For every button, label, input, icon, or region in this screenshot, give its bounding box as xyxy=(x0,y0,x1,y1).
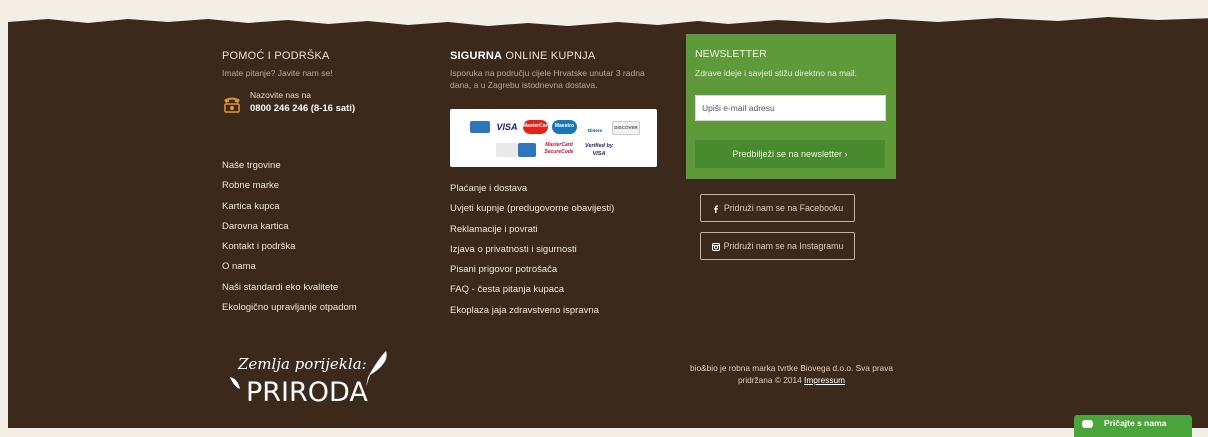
help-subtitle: Imate pitanje? Javite nam se! xyxy=(222,68,333,78)
newsletter-title: NEWSLETTER xyxy=(695,48,767,60)
footer-link[interactable]: Plaćanje i dostava xyxy=(450,183,614,203)
copyright: bio&bio je robna marka tvrtke Biovega d.… xyxy=(684,362,899,386)
footer: POMOĆ I PODRŠKA Imate pitanje? Javite na… xyxy=(8,14,1208,428)
footer-link[interactable]: O nama xyxy=(222,261,357,281)
mastercard-securecode-icon: MasterCard SecureCode xyxy=(540,142,578,158)
footer-link[interactable]: Ekologično upravljanje otpadom xyxy=(222,302,357,322)
newsletter-subscribe-button[interactable]: Predbilježi se na newsletter › xyxy=(695,140,885,168)
phone-number[interactable]: 0800 246 246 (8-16 sati) xyxy=(250,103,355,114)
facebook-button[interactable]: Pridruži nam se na Facebooku xyxy=(700,194,855,222)
torn-paper-edge xyxy=(8,14,1208,26)
footer-links-middle: Plaćanje i dostava Uvjeti kupnje (predugo… xyxy=(450,183,614,325)
footer-link[interactable]: Pisani prigovor potrošača xyxy=(450,264,614,284)
footer-links-left: Naše trgovine Robne marke Kartica kupca Dar… xyxy=(222,160,357,322)
chat-label: Pričajte s nama xyxy=(1104,418,1167,428)
phone-icon xyxy=(224,97,240,113)
amex-safekey-badge-icon xyxy=(518,143,536,157)
footer-link[interactable]: Naši standardi eko kvalitete xyxy=(222,282,357,302)
diners-card-icon: Diners Club xyxy=(583,119,607,157)
logo-line1: Zemlja porijekla: xyxy=(237,355,367,373)
maestro-card-icon: Maestro xyxy=(552,120,577,134)
secure-title: SIGURNA ONLINE KUPNJA xyxy=(450,50,670,62)
footer-link[interactable]: Uvjeti kupnje (predugovorne obavijesti) xyxy=(450,203,614,223)
leaf-icon xyxy=(230,377,240,389)
secure-title-rest: ONLINE KUPNJA xyxy=(502,50,596,62)
footer-link[interactable]: Kontakt i podrška xyxy=(222,241,357,261)
help-section: POMOĆ I PODRŠKA Imate pitanje? Javite na… xyxy=(222,50,422,79)
instagram-button[interactable]: Pridruži nam se na Instagramu xyxy=(700,232,855,260)
footer-link[interactable]: Darovna kartica xyxy=(222,221,357,241)
verified-by-visa-icon: Verified by VISA xyxy=(582,142,616,158)
secure-desc: Isporuka na području cijele Hrvatske unu… xyxy=(450,68,645,90)
amex-card-icon xyxy=(470,121,490,133)
newsletter-box: NEWSLETTER Zdrave ideje i savjeti stižu … xyxy=(686,34,896,179)
footer-link[interactable]: Robne marke xyxy=(222,180,357,200)
chat-button[interactable]: Pričajte s nama xyxy=(1074,415,1192,437)
copyright-text: bio&bio je robna marka tvrtke Biovega d.… xyxy=(690,363,893,385)
instagram-label: Pridruži nam se na Instagramu xyxy=(723,241,844,251)
impressum-link[interactable]: Impressum xyxy=(804,375,845,385)
phone-block[interactable]: Nazovite nas na 0800 246 246 (8-16 sati) xyxy=(222,88,402,124)
feather-icon xyxy=(366,351,387,387)
visa-card-icon: VISA xyxy=(494,121,520,133)
help-title: POMOĆ I PODRŠKA xyxy=(222,50,330,62)
discover-card-icon: DISCOVER xyxy=(612,121,640,135)
secure-title-bold: SIGURNA xyxy=(450,50,503,62)
logo-line2: PRIRODA xyxy=(246,377,368,408)
facebook-label: Pridruži nam se na Facebooku xyxy=(723,203,844,213)
footer-link[interactable]: Naše trgovine xyxy=(222,160,357,180)
amex-safekey-icon xyxy=(496,143,518,157)
footer-link[interactable]: Ekoplaza jaja zdravstveno ispravna xyxy=(450,305,614,325)
instagram-icon xyxy=(711,242,720,251)
footer-link[interactable]: Izjava o privatnosti i sigurnosti xyxy=(450,244,614,264)
chat-bubble-icon xyxy=(1082,420,1093,428)
footer-link[interactable]: Kartica kupca xyxy=(222,201,357,221)
footer-link[interactable]: FAQ - česta pitanja kupaca xyxy=(450,284,614,304)
payment-cards: VISA MasterCard Maestro Diners Club DISC… xyxy=(450,109,657,167)
call-label: Nazovite nas na xyxy=(250,90,311,100)
newsletter-desc: Zdrave ideje i savjeti stižu direktno na… xyxy=(695,68,858,78)
mastercard-card-icon: MasterCard xyxy=(523,120,551,134)
brand-logo[interactable]: Zemlja porijekla: PRIRODA xyxy=(230,349,395,409)
secure-section: SIGURNA ONLINE KUPNJA Isporuka na područ… xyxy=(450,50,670,91)
newsletter-email-input[interactable] xyxy=(695,95,886,121)
footer-link[interactable]: Reklamacije i povrati xyxy=(450,224,614,244)
facebook-icon xyxy=(713,205,718,213)
